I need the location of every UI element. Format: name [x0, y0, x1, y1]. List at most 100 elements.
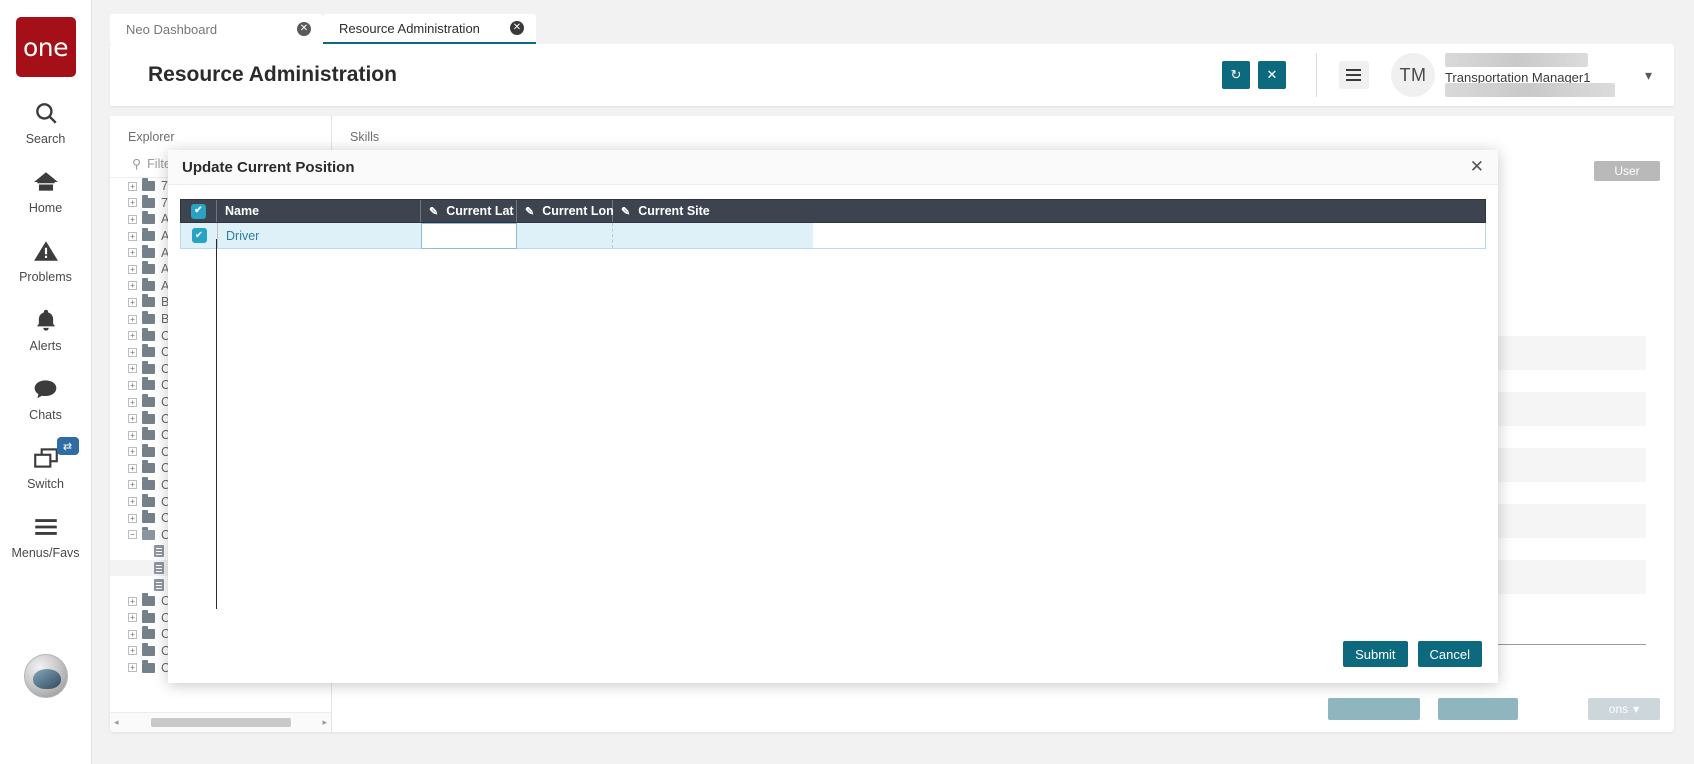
close-icon[interactable]: ✕ — [297, 22, 311, 36]
expand-icon[interactable]: + — [128, 198, 137, 208]
expand-icon[interactable]: + — [128, 397, 137, 407]
select-all-header-cell[interactable]: ✔ — [181, 200, 217, 222]
column-label: Name — [225, 204, 260, 218]
cell-current-lon[interactable] — [517, 223, 613, 248]
column-header-current-site[interactable]: ✎ Current Site — [613, 200, 813, 222]
search-icon: ⚲ — [132, 157, 142, 171]
expand-icon[interactable]: + — [128, 480, 137, 490]
header-divider — [1315, 53, 1317, 97]
sidebar-item-switch[interactable]: ⇄ Switch — [0, 437, 92, 491]
explorer-horizontal-scrollbar[interactable]: ◂ ▸ — [110, 712, 331, 732]
tab-neo-dashboard[interactable]: Neo Dashboard ✕ — [110, 14, 323, 44]
switch-badge-icon[interactable]: ⇄ — [56, 437, 79, 455]
sidebar-item-alerts[interactable]: Alerts — [0, 304, 92, 353]
sidebar-label-chats: Chats — [29, 408, 62, 422]
cell-current-site[interactable] — [613, 223, 813, 248]
expand-icon[interactable]: + — [128, 613, 137, 623]
expand-icon[interactable]: + — [128, 214, 137, 224]
expand-icon[interactable]: + — [128, 447, 137, 457]
cell-current-lat[interactable] — [421, 222, 517, 249]
scroll-left-icon[interactable]: ◂ — [114, 717, 119, 728]
expand-icon[interactable]: + — [128, 646, 137, 656]
folder-icon — [142, 211, 155, 225]
expand-icon[interactable]: + — [128, 297, 137, 307]
table-row[interactable]: ✔ Driver — [180, 222, 1486, 249]
folder-icon — [142, 427, 155, 441]
tab-skills[interactable]: Skills — [332, 116, 1674, 144]
row-select-cell[interactable]: ✔ — [181, 223, 217, 248]
sidebar-label-alerts: Alerts — [29, 339, 62, 353]
close-icon[interactable]: ✕ — [510, 21, 524, 35]
expand-icon[interactable]: + — [128, 281, 137, 291]
column-header-current-lon[interactable]: ✎ Current Lon — [517, 200, 614, 222]
chat-bubble-icon — [32, 373, 59, 405]
brand-logo[interactable]: one — [15, 17, 76, 77]
tab-resource-administration[interactable]: Resource Administration ✕ — [323, 14, 536, 44]
expand-icon[interactable]: + — [128, 347, 137, 357]
folder-icon — [142, 178, 155, 192]
avatar[interactable]: TM — [1390, 53, 1435, 97]
expand-icon[interactable]: + — [128, 364, 137, 374]
scroll-right-icon[interactable]: ▸ — [322, 717, 327, 728]
user-info-block: Transportation Manager1 — [1444, 53, 1645, 97]
expand-icon[interactable]: + — [128, 380, 137, 390]
expand-icon[interactable]: + — [128, 181, 137, 191]
add-user-button[interactable]: User — [1594, 161, 1660, 181]
sidebar-item-chats[interactable]: Chats — [0, 373, 92, 422]
expand-icon[interactable]: + — [128, 414, 137, 424]
search-icon — [33, 97, 59, 129]
folder-icon — [142, 410, 155, 424]
folder-icon — [142, 476, 155, 490]
sidebar-item-search[interactable]: Search — [0, 97, 92, 146]
sidebar-item-home[interactable]: Home — [0, 166, 92, 215]
folder-icon — [142, 593, 155, 607]
dialog-body: ✔ Name ✎ Current Lat ✎ Current Lon ✎ Cur… — [168, 185, 1498, 683]
cell-name: Driver — [217, 223, 421, 248]
expand-icon[interactable]: + — [128, 513, 137, 523]
expand-icon[interactable]: + — [128, 248, 137, 258]
actions-dropdown[interactable]: ons ▾ — [1588, 698, 1660, 720]
redacted-user-name — [1444, 53, 1588, 67]
refresh-button[interactable]: ↻ — [1221, 61, 1250, 89]
sidebar-label-home: Home — [28, 201, 63, 215]
edit-pencil-icon: ✎ — [525, 205, 535, 218]
row-checkbox[interactable]: ✔ — [191, 228, 207, 243]
collapse-icon[interactable]: − — [128, 530, 137, 540]
column-header-current-lat[interactable]: ✎ Current Lat — [421, 200, 517, 222]
menu-button[interactable] — [1338, 61, 1369, 89]
bg-action-button-1[interactable] — [1328, 698, 1420, 720]
tab-explorer[interactable]: Explorer — [110, 116, 331, 152]
sidebar-item-menus-favs[interactable]: Menus/Favs — [0, 511, 92, 560]
sidebar-item-problems[interactable]: Problems — [0, 235, 92, 284]
expand-icon[interactable]: + — [128, 497, 137, 507]
folder-icon — [142, 493, 155, 507]
expand-icon[interactable]: + — [128, 663, 137, 673]
select-all-checkbox[interactable]: ✔ — [191, 203, 206, 219]
expand-icon[interactable]: + — [128, 596, 137, 606]
expand-icon[interactable]: + — [128, 331, 137, 341]
scroll-thumb[interactable] — [150, 718, 291, 727]
folder-icon — [142, 609, 155, 623]
expand-icon[interactable]: + — [128, 314, 137, 324]
chevron-down-icon: ▾ — [1633, 702, 1640, 716]
sidebar-label-search: Search — [25, 132, 66, 146]
expand-icon[interactable]: + — [128, 264, 137, 274]
expand-icon[interactable]: + — [128, 629, 137, 639]
pager-next-icon[interactable]: ▸ — [1608, 728, 1614, 732]
folder-icon — [142, 327, 155, 341]
close-page-button[interactable]: ✕ — [1257, 61, 1286, 89]
dialog-header: Update Current Position ✕ — [168, 150, 1498, 185]
expand-icon[interactable]: + — [128, 430, 137, 440]
folder-icon — [142, 344, 155, 358]
bg-action-button-2[interactable] — [1438, 698, 1518, 720]
column-header-name[interactable]: Name — [217, 200, 421, 222]
expand-icon[interactable]: + — [128, 463, 137, 473]
cancel-button[interactable]: Cancel — [1417, 641, 1482, 667]
current-lat-input[interactable] — [421, 222, 517, 249]
rail-user-avatar[interactable] — [24, 654, 68, 698]
close-icon[interactable]: ✕ — [1470, 158, 1484, 176]
brand-logo-text: one — [22, 32, 69, 62]
expand-icon[interactable]: + — [128, 231, 137, 241]
chevron-down-icon[interactable]: ▾ — [1645, 67, 1652, 84]
submit-button[interactable]: Submit — [1343, 641, 1408, 667]
